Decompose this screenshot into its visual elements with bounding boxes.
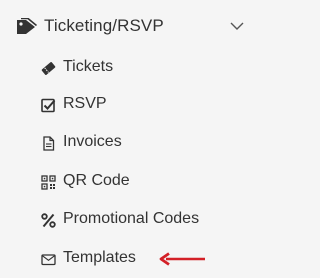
ticketing-rsvp-menu: Ticketing/RSVP Tickets RSVP Invoices QR …: [0, 0, 256, 278]
menu-header-ticketing-rsvp[interactable]: Ticketing/RSVP: [0, 8, 256, 44]
envelope-icon: [41, 254, 56, 266]
menu-item-promotional-codes[interactable]: Promotional Codes: [0, 204, 256, 236]
menu-item-label: RSVP: [63, 95, 107, 112]
menu-item-label: Invoices: [63, 133, 122, 150]
menu-item-invoices[interactable]: Invoices: [0, 127, 256, 159]
menu-item-tickets[interactable]: Tickets: [0, 52, 256, 84]
menu-item-label: Templates: [63, 249, 136, 266]
red-arrow-icon: [159, 252, 205, 266]
qr-code-icon: [41, 175, 56, 190]
menu-item-qr-code[interactable]: QR Code: [0, 166, 256, 198]
menu-item-rsvp[interactable]: RSVP: [0, 89, 256, 121]
menu-item-templates[interactable]: Templates: [0, 243, 256, 275]
chevron-down-icon[interactable]: [230, 22, 244, 31]
ticket-icon: [41, 62, 56, 75]
checkbox-icon: [41, 98, 56, 113]
menu-item-label: QR Code: [63, 172, 130, 189]
tag-icon: [17, 18, 37, 34]
percent-icon: [41, 213, 56, 228]
menu-item-label: Promotional Codes: [63, 210, 200, 227]
menu-header-title: Ticketing/RSVP: [44, 16, 164, 35]
document-icon: [43, 136, 55, 151]
menu-item-label: Tickets: [63, 58, 114, 75]
